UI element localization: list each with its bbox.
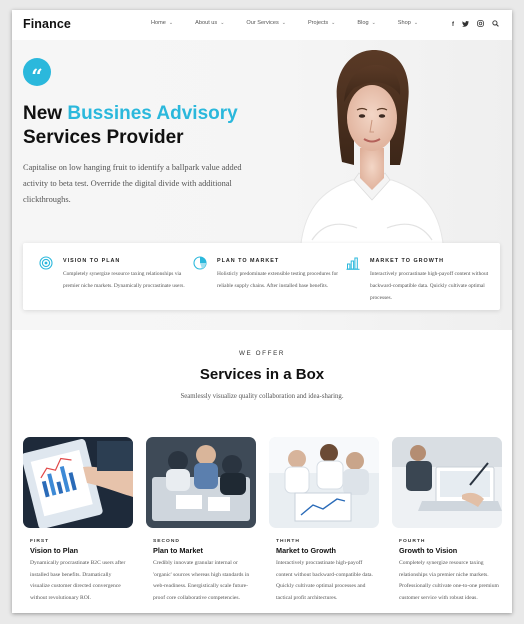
facebook-icon[interactable]: f [452,22,454,28]
nav-item-home[interactable]: Home ⌄ [151,20,173,26]
service-card[interactable]: SECOND Plan to Market Credibly innovate … [146,437,256,601]
page-frame: Finance Home ⌄ About us ⌄ Our Services ⌄ Pr… [12,10,512,613]
pie-chart-icon [193,256,207,270]
service-title[interactable]: Vision to Plan [30,546,78,555]
hero-text: Capitalise on low hanging fruit to ident… [23,163,242,204]
service-card[interactable]: FIRST Vision to Plan Dynamically procras… [21,437,133,601]
service-title[interactable]: Growth to Vision [399,546,457,555]
service-kicker: SECOND [153,539,180,544]
service-image-laptop [392,437,502,528]
service-text: Completely synergize resource taxing rel… [399,560,499,601]
service-image-charts [21,437,133,529]
quote-icon: “ [31,63,43,88]
offer-kicker: WE OFFER [238,350,286,357]
twitter-icon[interactable] [462,20,469,29]
nav-item-projects[interactable]: Projects ⌄ [308,20,335,26]
quote-badge: “ [23,58,51,86]
service-kicker: FIRST [30,539,50,544]
service-card[interactable]: FOURTH Growth to Vision Completely syner… [392,437,502,601]
target-icon [39,256,53,270]
nav-item-shop[interactable]: Shop ⌄ [398,20,418,26]
chevron-down-icon: ⌄ [371,20,376,26]
service-image-team [269,437,379,528]
service-image-meeting [146,437,256,528]
nav-label: About us [195,20,218,26]
chevron-down-icon: ⌄ [281,20,286,26]
search-icon[interactable] [492,20,499,29]
feature-text: Completely synergize resource taxing rel… [63,271,185,289]
offer-subtitle: Seamlessly visualize quality collaborati… [180,393,344,400]
service-text: Credibly innovate granular internal or '… [153,560,250,601]
hero-woman-image [299,50,445,255]
service-text: Dynamically procrastinate B2C users afte… [30,560,126,601]
nav-label: Projects [307,20,329,26]
nav-item-about[interactable]: About us ⌄ [195,20,224,26]
hero-title: New Bussines Advisory Services Provider [23,102,263,150]
hero-title-line2: Services Provider [23,127,184,148]
service-kicker: FOURTH [399,539,426,544]
feature-title: MARKET TO GROWTH [370,258,444,264]
main-nav: Home ⌄ About us ⌄ Our Services ⌄ Projects ⌄ … [151,20,440,26]
instagram-icon[interactable] [477,20,484,29]
feature-text: Interactively procrastinate high-payoff … [370,271,489,301]
chevron-down-icon: ⌄ [331,20,336,26]
service-title[interactable]: Plan to Market [153,546,203,555]
nav-item-blog[interactable]: Blog ⌄ [357,20,375,26]
service-text: Interactively procrastinate high-payoff … [276,560,373,601]
feature-title: PLAN TO MARKET [217,258,280,264]
features-card: VISION TO PLAN Completely synergize reso… [23,243,500,310]
nav-label: Shop [397,20,411,26]
chevron-down-icon: ⌄ [168,20,174,26]
chevron-down-icon: ⌄ [220,20,225,26]
service-title[interactable]: Market to Growth [276,546,336,555]
hero-title-accent: Bussines Advisory [67,103,238,124]
site-logo[interactable]: Finance [23,17,71,31]
bar-chart-icon [346,257,360,270]
nav-item-services[interactable]: Our Services ⌄ [246,20,286,26]
service-kicker: THIRTH [276,539,300,544]
feature-title: VISION TO PLAN [63,258,121,264]
feature-text: Holisticly predominate extensible testin… [217,271,339,289]
nav-label: Blog [357,20,369,26]
hero-title-plain: New [23,103,68,124]
service-card[interactable]: THIRTH Market to Growth Interactively pr… [269,437,379,601]
offer-title: Services in a Box [199,366,325,383]
chevron-down-icon: ⌄ [413,20,419,26]
site-header: Finance Home ⌄ About us ⌄ Our Services ⌄ Pr… [12,10,512,40]
social-links: f [452,20,499,29]
nav-label: Our Services [246,20,279,26]
nav-label: Home [151,20,166,26]
